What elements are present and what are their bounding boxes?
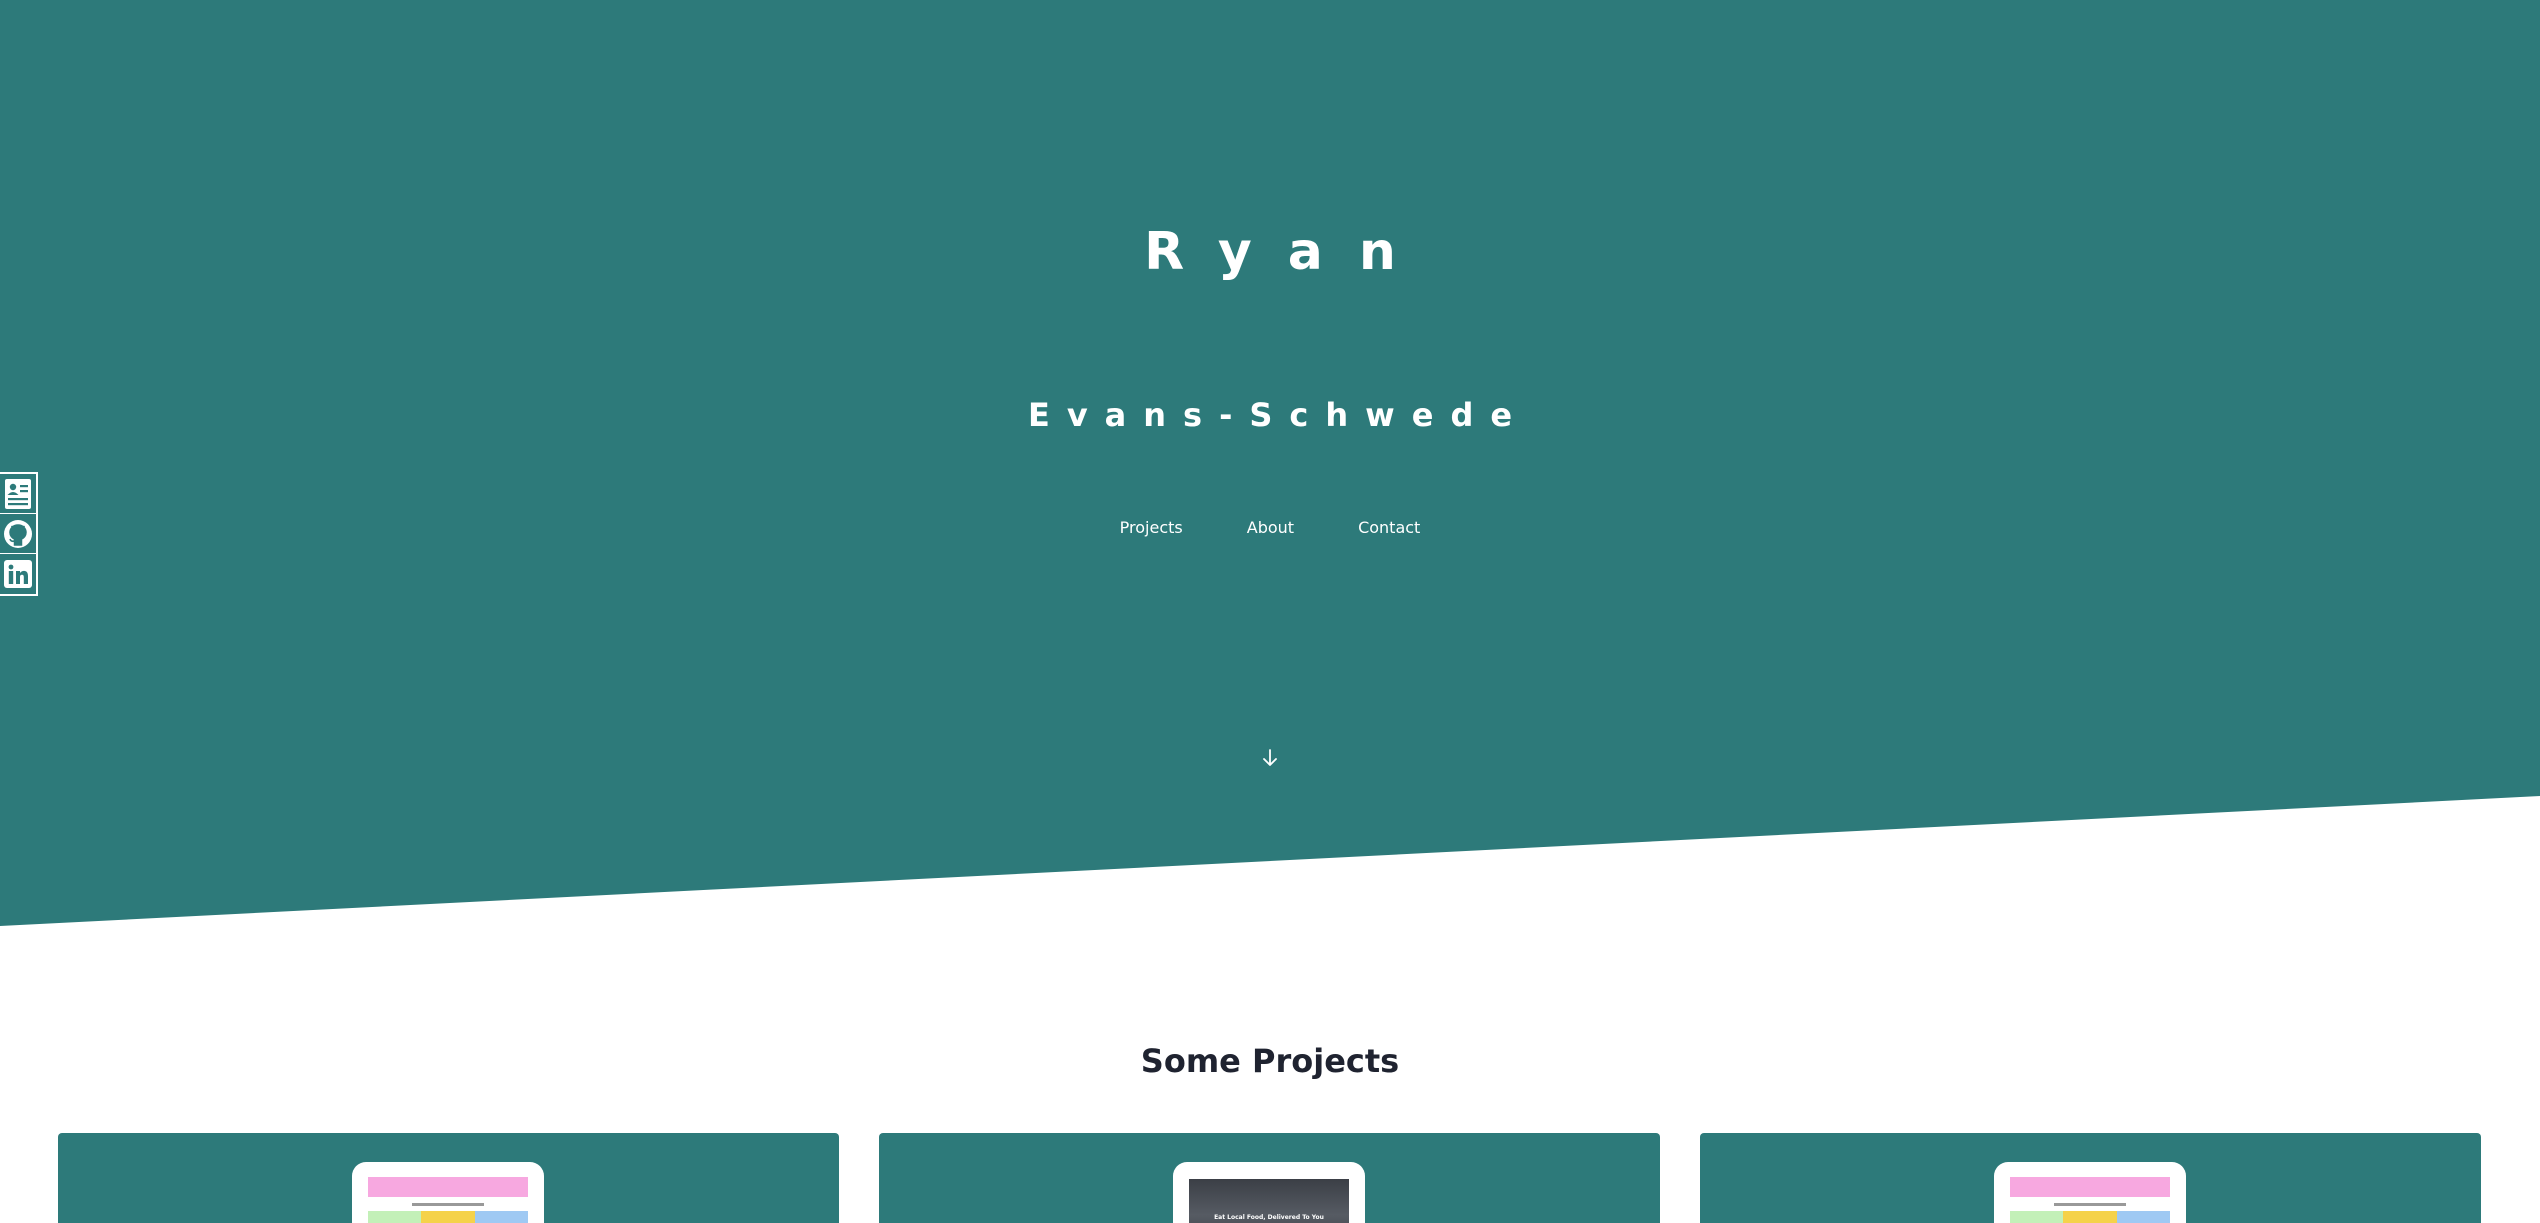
hero-section	[0, 0, 2540, 926]
project-card[interactable]	[1700, 1133, 2481, 1223]
nav-link-projects[interactable]: Projects	[1120, 518, 1183, 537]
resume-icon	[5, 478, 31, 509]
hero-first-name: Ryan	[1144, 222, 1432, 282]
project-thumbnail	[1994, 1162, 2186, 1223]
project-card[interactable]	[58, 1133, 839, 1223]
project-thumbnail	[352, 1162, 544, 1223]
github-button[interactable]	[0, 514, 36, 554]
project-thumbnail: Eat Local Food, Delivered To You	[1173, 1162, 1365, 1223]
linkedin-button[interactable]	[0, 554, 36, 594]
project-thumbnail-caption: Eat Local Food, Delivered To You	[1214, 1214, 1324, 1221]
nav-link-about[interactable]: About	[1247, 518, 1294, 537]
github-icon	[4, 519, 32, 548]
main-nav: Projects About Contact	[0, 518, 2540, 537]
projects-title: Some Projects	[1140, 1042, 1400, 1080]
linkedin-icon	[4, 560, 32, 588]
nav-link-contact[interactable]: Contact	[1358, 518, 1420, 537]
project-card[interactable]: Eat Local Food, Delivered To You	[879, 1133, 1660, 1223]
hero-last-name: Evans-Schwede	[1027, 396, 1530, 434]
social-sidebar	[0, 472, 38, 596]
resume-button[interactable]	[0, 474, 36, 514]
arrow-down-icon[interactable]	[1258, 746, 1282, 770]
